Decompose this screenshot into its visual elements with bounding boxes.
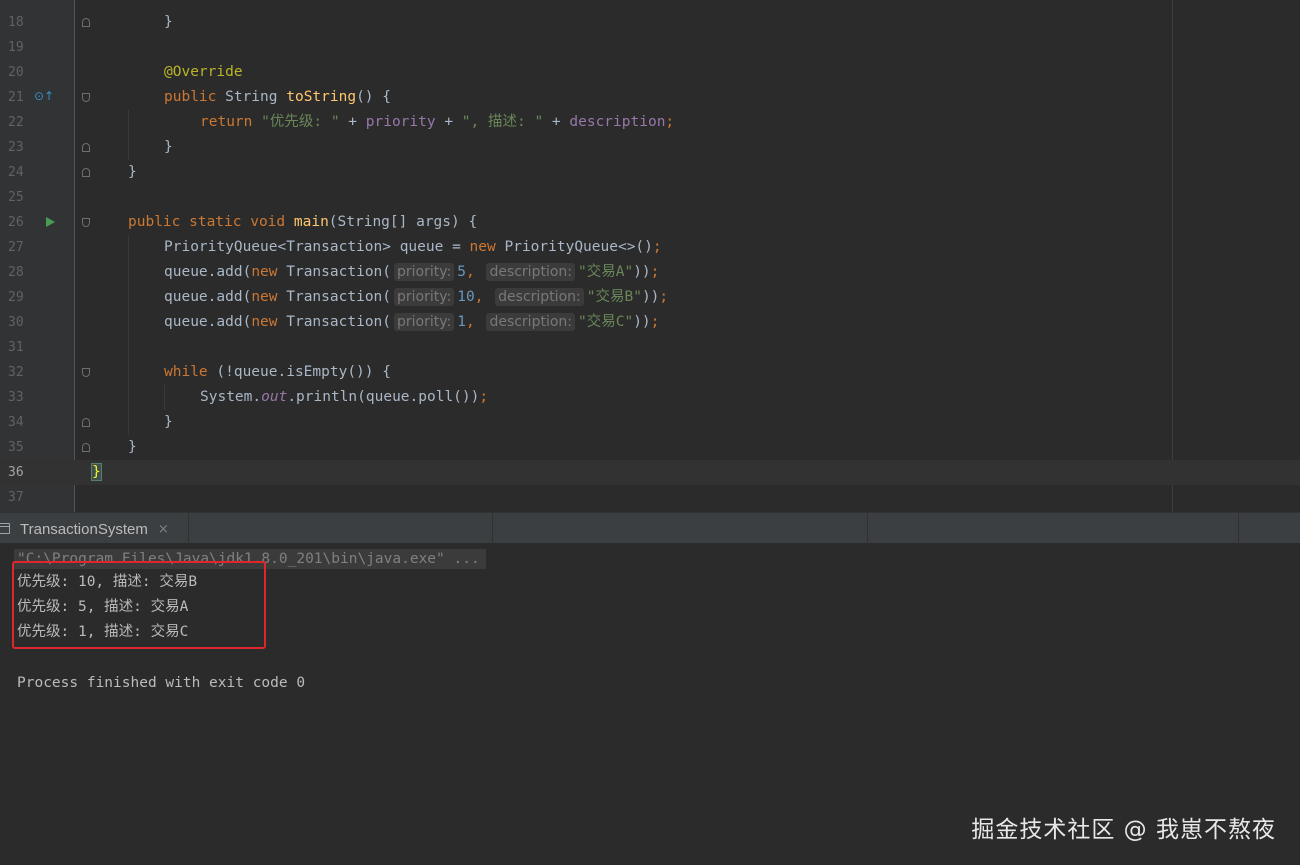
line-number: 22 xyxy=(8,115,24,130)
watermark: 掘金技术社区 @ 我崽不熬夜 xyxy=(971,817,1276,843)
fold-start-icon[interactable] xyxy=(82,93,90,102)
line-number: 25 xyxy=(8,190,24,205)
fold-start-icon[interactable] xyxy=(82,368,90,377)
code-line[interactable]: 23 } xyxy=(0,135,1300,160)
annotation: @Override xyxy=(164,64,243,80)
code-line[interactable]: 18 } xyxy=(0,10,1300,35)
code-line[interactable]: 33 System.out.println(queue.poll()); xyxy=(0,385,1300,410)
run-tab-label: TransactionSystem xyxy=(20,520,148,538)
line-number: 33 xyxy=(8,390,24,405)
run-tab-transaction-system[interactable]: TransactionSystem × xyxy=(0,513,179,545)
run-triangle-icon[interactable] xyxy=(46,217,55,227)
code-line[interactable]: 24 } xyxy=(0,160,1300,185)
close-icon[interactable]: × xyxy=(158,522,169,537)
run-tab-bar: TransactionSystem × xyxy=(0,512,1300,545)
tab-divider xyxy=(867,513,868,545)
code-text: queue.add(new Transaction(priority: 1, de… xyxy=(164,313,660,331)
code-text: } xyxy=(128,439,137,455)
param-hint: description: xyxy=(495,288,584,306)
line-number: 31 xyxy=(8,340,24,355)
code-line[interactable]: 20 @Override xyxy=(0,60,1300,85)
code-line[interactable]: 26 public static void main(String[] args… xyxy=(0,210,1300,235)
code-line[interactable]: 37 xyxy=(0,485,1300,510)
code-text: PriorityQueue<Transaction> queue = new P… xyxy=(164,239,662,255)
code-text: System.out.println(queue.poll()); xyxy=(200,389,489,405)
code-text: public static void main(String[] args) { xyxy=(128,214,478,230)
line-number: 37 xyxy=(8,490,24,505)
line-number: 29 xyxy=(8,290,24,305)
line-number: 20 xyxy=(8,65,24,80)
param-hint: description: xyxy=(486,263,575,281)
line-number: 32 xyxy=(8,365,24,380)
line-number: 34 xyxy=(8,415,24,430)
line-number: 35 xyxy=(8,440,24,455)
line-number: 27 xyxy=(8,240,24,255)
code-text: return "优先级: " + priority + ", 描述: " + d… xyxy=(200,114,675,130)
line-number: 28 xyxy=(8,265,24,280)
code-line[interactable]: 21 ⊙↑ public String toString() { xyxy=(0,85,1300,110)
param-hint: description: xyxy=(486,313,575,331)
code-line[interactable]: 34 } xyxy=(0,410,1300,435)
fold-end-icon[interactable] xyxy=(82,443,90,452)
fold-end-icon[interactable] xyxy=(82,418,90,427)
fold-start-icon[interactable] xyxy=(82,218,90,227)
param-hint: priority: xyxy=(394,288,455,306)
code-text: } xyxy=(91,462,102,483)
code-text: } xyxy=(164,414,173,430)
code-line[interactable]: 30 queue.add(new Transaction(priority: 1,… xyxy=(0,310,1300,335)
current-code-line[interactable]: 36 } xyxy=(0,460,1300,485)
code-text: public String toString() { xyxy=(164,89,391,105)
fold-end-icon[interactable] xyxy=(82,143,90,152)
param-hint: priority: xyxy=(394,313,455,331)
code-text: while (!queue.isEmpty()) { xyxy=(164,364,391,380)
override-arrow-icon[interactable]: ⊙↑ xyxy=(34,89,54,103)
output-highlight-box xyxy=(12,561,266,649)
code-line[interactable]: 32 while (!queue.isEmpty()) { xyxy=(0,360,1300,385)
code-line[interactable]: 22 return "优先级: " + priority + ", 描述: " … xyxy=(0,110,1300,135)
code-text: } xyxy=(164,139,173,155)
code-line[interactable]: 29 queue.add(new Transaction(priority: 10… xyxy=(0,285,1300,310)
line-number: 19 xyxy=(8,40,24,55)
line-number: 24 xyxy=(8,165,24,180)
matched-brace: } xyxy=(91,463,102,481)
line-number: 21 xyxy=(8,90,24,105)
code-line[interactable]: 19 xyxy=(0,35,1300,60)
line-number: 23 xyxy=(8,140,24,155)
tab-divider xyxy=(492,513,493,545)
param-hint: priority: xyxy=(394,263,455,281)
code-text: } xyxy=(128,164,137,180)
line-number: 18 xyxy=(8,15,24,30)
exit-message: Process finished with exit code 0 xyxy=(17,675,306,691)
line-number: 36 xyxy=(8,465,24,480)
tab-divider xyxy=(1238,513,1239,545)
line-number: 26 xyxy=(8,215,24,230)
code-text: queue.add(new Transaction(priority: 10, d… xyxy=(164,288,669,306)
fold-end-icon[interactable] xyxy=(82,168,90,177)
code-text: } xyxy=(164,14,173,30)
code-editor[interactable]: 18 } 19 20 @Override 21 ⊙↑ public String… xyxy=(0,0,1300,512)
line-number: 30 xyxy=(8,315,24,330)
code-line[interactable]: 35 } xyxy=(0,435,1300,460)
fold-end-icon[interactable] xyxy=(82,18,90,27)
tab-divider xyxy=(188,513,189,545)
code-text: queue.add(new Transaction(priority: 5, de… xyxy=(164,263,660,281)
code-line[interactable]: 25 xyxy=(0,185,1300,210)
console-icon xyxy=(0,523,10,534)
code-line[interactable]: 27 PriorityQueue<Transaction> queue = ne… xyxy=(0,235,1300,260)
code-line[interactable]: 28 queue.add(new Transaction(priority: 5,… xyxy=(0,260,1300,285)
code-line[interactable]: 31 xyxy=(0,335,1300,360)
